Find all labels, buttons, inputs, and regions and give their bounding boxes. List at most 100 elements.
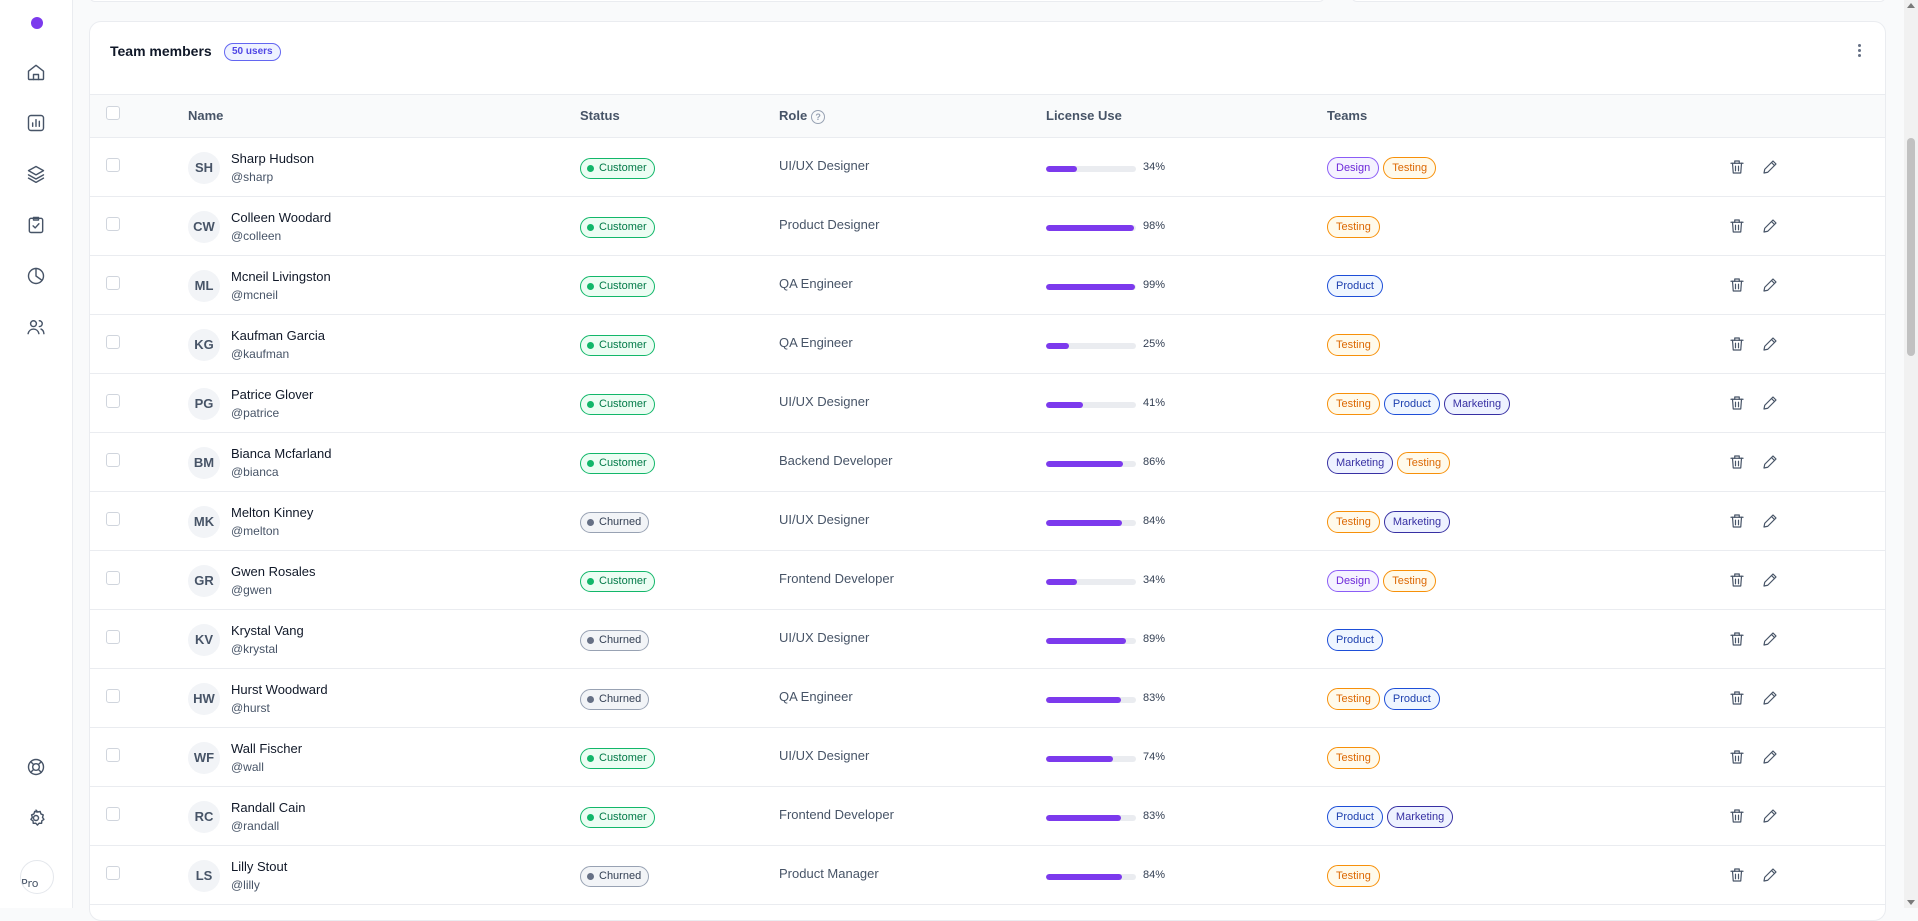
edit-icon[interactable] [1761,453,1779,471]
row-checkbox[interactable] [106,571,120,585]
table-row[interactable]: WF Wall Fischer @wall Customer UI/UX Designe… [90,728,1885,787]
trash-icon[interactable] [1728,689,1746,707]
task-icon[interactable] [24,213,48,237]
license-progress-fill [1046,343,1069,349]
status-badge: Customer [580,217,655,238]
scroll-up-icon[interactable] [1907,3,1915,8]
edit-icon[interactable] [1761,630,1779,648]
layers-icon[interactable] [24,162,48,186]
column-header-license[interactable]: License Use [1046,108,1122,123]
table-row[interactable]: LS Lilly Stout @lilly Churned Product Manage… [90,846,1885,905]
row-checkbox[interactable] [106,866,120,880]
trash-icon[interactable] [1728,512,1746,530]
license-progress-bar [1046,461,1136,467]
scrollbar[interactable] [1904,0,1918,908]
more-vertical-icon[interactable] [1851,42,1867,62]
row-checkbox[interactable] [106,276,120,290]
trash-icon[interactable] [1728,217,1746,235]
license-progress-fill [1046,461,1124,467]
member-name: Melton Kinney [231,505,314,520]
table-row[interactable]: CW Colleen Woodard @colleen Customer Product… [90,197,1885,256]
select-all-checkbox[interactable] [106,106,120,120]
settings-icon[interactable] [24,806,48,830]
row-checkbox[interactable] [106,630,120,644]
trash-icon[interactable] [1728,335,1746,353]
table-row[interactable]: MK Melton Kinney @melton Churned UI/UX Desig… [90,492,1885,551]
trash-icon[interactable] [1728,866,1746,884]
edit-icon[interactable] [1761,158,1779,176]
trash-icon[interactable] [1728,276,1746,294]
row-checkbox[interactable] [106,748,120,762]
trash-icon[interactable] [1728,394,1746,412]
column-header-status[interactable]: Status [580,108,620,123]
home-icon[interactable] [24,60,48,84]
chart-icon[interactable] [24,111,48,135]
edit-icon[interactable] [1761,748,1779,766]
row-checkbox[interactable] [106,453,120,467]
team-tag: Product [1383,688,1440,710]
edit-icon[interactable] [1761,217,1779,235]
table-row[interactable]: BM Bianca Mcfarland @bianca Customer Backend… [90,433,1885,492]
status-label: Customer [599,162,647,174]
member-role: QA Engineer [779,276,853,291]
users-icon[interactable] [24,315,48,339]
member-name: Kaufman Garcia [231,328,325,343]
help-icon[interactable]: ? [811,109,826,124]
edit-icon[interactable] [1761,866,1779,884]
table-row[interactable]: SH Sharp Hudson @sharp Customer UI/UX Design… [90,138,1885,197]
member-handle: @wall [231,760,264,774]
team-tag: Product [1327,806,1383,828]
edit-icon[interactable] [1761,571,1779,589]
trash-icon[interactable] [1728,807,1746,825]
license-progress-bar [1046,756,1136,762]
edit-icon[interactable] [1761,276,1779,294]
card-title: Team members [110,43,212,59]
license-progress-bar [1046,579,1136,585]
scroll-down-icon[interactable] [1907,900,1915,905]
row-checkbox[interactable] [106,335,120,349]
row-checkbox[interactable] [106,394,120,408]
trash-icon[interactable] [1728,748,1746,766]
table-row[interactable]: HW Hurst Woodward @hurst Churned QA Engineer… [90,669,1885,728]
support-icon[interactable] [24,755,48,779]
table-row[interactable]: ML Mcneil Livingston @mcneil Customer QA Eng… [90,256,1885,315]
table-row[interactable]: PG Patrice Glover @patrice Customer UI/UX De… [90,374,1885,433]
member-handle: @sharp [231,170,274,184]
row-checkbox[interactable] [106,512,120,526]
row-checkbox[interactable] [106,689,120,703]
table-row[interactable]: GR Gwen Rosales @gwen Customer Frontend Deve… [90,551,1885,610]
license-progress-bar [1046,343,1136,349]
edit-icon[interactable] [1761,335,1779,353]
logo-icon[interactable] [31,17,43,29]
edit-icon[interactable] [1761,689,1779,707]
edit-icon[interactable] [1761,394,1779,412]
user-avatar[interactable]: Pro [20,860,54,894]
trash-icon[interactable] [1728,453,1746,471]
status-badge: Churned [580,512,650,533]
member-name: Gwen Rosales [231,564,316,579]
pie-icon[interactable] [24,264,48,288]
row-checkbox[interactable] [106,217,120,231]
edit-icon[interactable] [1761,512,1779,530]
edit-icon[interactable] [1761,807,1779,825]
table-row[interactable]: KG Kaufman Garcia @kaufman Customer QA Engin… [90,315,1885,374]
status-badge: Customer [580,276,655,297]
member-role: Product Designer [779,217,880,232]
table-row[interactable]: KV Krystal Vang @krystal Churned UI/UX Desig… [90,610,1885,669]
scrollbar-thumb[interactable] [1907,138,1915,356]
trash-icon[interactable] [1728,158,1746,176]
team-tags: Product [1327,629,1383,651]
license-progress-fill [1046,520,1122,526]
column-header-teams[interactable]: Teams [1327,108,1367,123]
row-checkbox[interactable] [106,807,120,821]
trash-icon[interactable] [1728,630,1746,648]
member-role: Product Manager [779,866,879,881]
table-row[interactable]: RC Randall Cain @randall Customer Frontend D… [90,787,1885,846]
trash-icon[interactable] [1728,571,1746,589]
column-header-role[interactable]: Role? [779,108,826,124]
status-dot-icon [587,578,594,585]
status-dot-icon [587,696,594,703]
license-progress-fill [1046,756,1113,762]
column-header-name[interactable]: Name [188,108,223,123]
row-checkbox[interactable] [106,158,120,172]
